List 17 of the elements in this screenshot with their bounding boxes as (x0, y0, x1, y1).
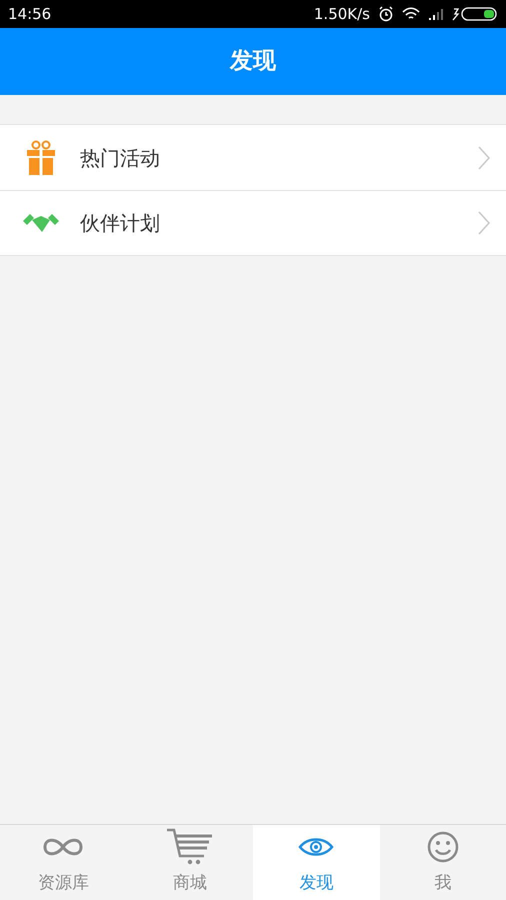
tab[interactable]: 发现 (253, 825, 380, 900)
page-title: 发现 (230, 47, 276, 76)
network-speed: 1.50K/s (314, 4, 370, 25)
smiley-icon (426, 830, 459, 862)
cart-icon (166, 828, 214, 866)
signal-icon (428, 8, 444, 20)
battery-icon (452, 7, 498, 21)
alarm-icon (378, 6, 394, 22)
menu-item[interactable]: 热门活动 (0, 125, 506, 190)
clock: 14:56 (8, 4, 52, 25)
menu-item[interactable]: 伙伴计划 (0, 190, 506, 255)
chevron-right-icon (478, 211, 490, 235)
wifi-icon (402, 7, 420, 21)
item-label: 伙伴计划 (80, 210, 161, 237)
gift-icon (25, 140, 57, 176)
item-label: 热门活动 (80, 144, 161, 172)
chevron-right-icon (478, 146, 490, 170)
